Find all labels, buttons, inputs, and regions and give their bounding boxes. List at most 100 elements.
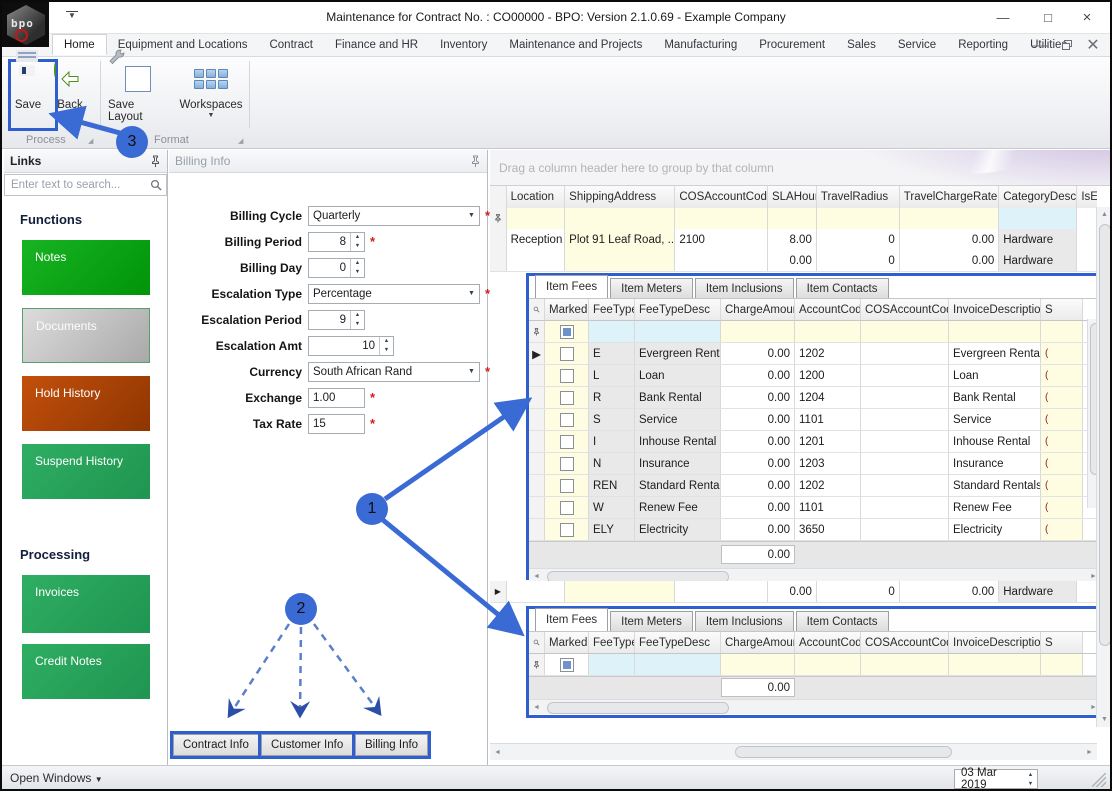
- spinner-arrows-icon[interactable]: ▲ ▼: [350, 258, 364, 277]
- chevron-down-icon[interactable]: ▼: [464, 207, 479, 225]
- save-button[interactable]: Save: [12, 50, 44, 111]
- cell-invoicedescription[interactable]: Renew Fee: [949, 497, 1041, 518]
- column-header-marked[interactable]: Marked: [545, 299, 589, 320]
- cell-chargeamount[interactable]: 0.00: [721, 519, 795, 540]
- cell-chargeamount[interactable]: 0.00: [721, 387, 795, 408]
- column-header-marked[interactable]: Marked: [545, 632, 589, 653]
- cell-invoicedescription[interactable]: Inhouse Rental: [949, 431, 1041, 452]
- cell-clipped[interactable]: (: [1041, 475, 1083, 496]
- cell-feetype[interactable]: R: [589, 387, 635, 408]
- tab-service[interactable]: Service: [887, 35, 947, 54]
- cell-travelradius[interactable]: 0: [817, 581, 900, 602]
- filter-cell[interactable]: [1077, 208, 1097, 229]
- chevron-down-icon[interactable]: ▼: [464, 363, 479, 381]
- grid-vertical-scrollbar[interactable]: ▲ ▼: [1096, 207, 1110, 727]
- filter-cell[interactable]: [999, 208, 1078, 229]
- table-row[interactable]: ELY Electricity 0.00 3650 Electricity (: [529, 519, 1101, 541]
- column-header-accountcode[interactable]: AccountCode: [795, 299, 861, 320]
- cell-feetype[interactable]: S: [589, 409, 635, 430]
- column-header-travelradius[interactable]: TravelRadius: [816, 186, 900, 208]
- workspaces-dropdown-icon[interactable]: ▼: [208, 112, 215, 119]
- group-by-bar[interactable]: Drag a column header here to group by th…: [490, 150, 1110, 186]
- escalation-amt-spinner[interactable]: 10 ▲ ▼: [308, 335, 394, 356]
- cell-marked[interactable]: [545, 497, 589, 518]
- cell-categorydesc[interactable]: Hardware: [999, 581, 1078, 602]
- column-header-slahours[interactable]: SLAHours: [767, 186, 817, 208]
- table-row[interactable]: S Service 0.00 1101 Service (: [529, 409, 1101, 431]
- cell-chargeamount[interactable]: 0.00: [721, 343, 795, 364]
- cell-feetypedesc[interactable]: Loan: [635, 365, 721, 386]
- cell-feetype[interactable]: N: [589, 453, 635, 474]
- checkbox[interactable]: [559, 434, 574, 449]
- cell-feetypedesc[interactable]: Bank Rental: [635, 387, 721, 408]
- column-header-chargeamount[interactable]: ChargeAmount: [721, 632, 795, 653]
- filter-cell[interactable]: [949, 321, 1041, 342]
- tab-item-fees[interactable]: Item Fees: [535, 275, 609, 298]
- cell-chargeamount[interactable]: 0.00: [721, 365, 795, 386]
- column-header-clipped[interactable]: S: [1041, 632, 1083, 653]
- column-header-invoicedescription[interactable]: InvoiceDescription: [949, 299, 1041, 320]
- filter-pin-icon[interactable]: [529, 654, 545, 675]
- cell-marked[interactable]: [545, 519, 589, 540]
- billing-period-spinner[interactable]: 8 ▲ ▼: [308, 231, 365, 252]
- cell-shippingaddress[interactable]: [565, 250, 676, 271]
- tab-item-inclusions[interactable]: Item Inclusions: [694, 278, 794, 298]
- cell-slahours[interactable]: 8.00: [768, 229, 817, 250]
- column-header-feetypedesc[interactable]: FeeTypeDesc: [635, 299, 721, 320]
- spinner-arrows-icon[interactable]: ▲ ▼: [379, 336, 393, 355]
- cell-location[interactable]: [507, 250, 566, 271]
- invoices-button[interactable]: Invoices: [22, 575, 150, 633]
- tab-contract-info[interactable]: Contract Info: [173, 734, 259, 756]
- column-header-cosaccountcode[interactable]: COSAccountCode: [861, 632, 949, 653]
- filter-cell[interactable]: [589, 654, 635, 675]
- tab-manufacturing[interactable]: Manufacturing: [653, 35, 748, 54]
- cell-categorydesc[interactable]: Hardware: [999, 229, 1078, 250]
- checkbox[interactable]: [559, 522, 574, 537]
- chevron-down-icon[interactable]: ▼: [464, 285, 479, 303]
- tab-sales[interactable]: Sales: [836, 35, 887, 54]
- checkbox[interactable]: [559, 324, 574, 339]
- cell-feetypedesc[interactable]: Renew Fee: [635, 497, 721, 518]
- save-layout-button[interactable]: Save Layout: [108, 49, 170, 123]
- cell-invoicedescription[interactable]: Loan: [949, 365, 1041, 386]
- filter-cell[interactable]: [861, 321, 949, 342]
- close-button[interactable]: ×: [1070, 6, 1104, 28]
- column-header-travelchargerate[interactable]: TravelChargeRate: [899, 186, 1000, 208]
- filter-cell[interactable]: [565, 208, 676, 229]
- app-logo[interactable]: bpo: [2, 2, 49, 47]
- filter-cell[interactable]: [721, 654, 795, 675]
- cell-travelchargerate[interactable]: 0.00: [900, 581, 1000, 602]
- cell-slahours[interactable]: 0.00: [768, 581, 817, 602]
- filter-cell[interactable]: [795, 654, 861, 675]
- back-button[interactable]: Back: [54, 60, 86, 111]
- tab-item-fees[interactable]: Item Fees: [535, 608, 609, 631]
- column-header-invoicedescription[interactable]: InvoiceDescription: [949, 632, 1041, 653]
- detail-horizontal-scrollbar[interactable]: ◄ ►: [529, 699, 1101, 714]
- filter-cell[interactable]: [795, 321, 861, 342]
- cell-clipped[interactable]: (: [1041, 387, 1083, 408]
- tab-finance-and-hr[interactable]: Finance and HR: [324, 35, 429, 54]
- cell-ise[interactable]: [1077, 250, 1097, 271]
- spinner-arrows-icon[interactable]: ▲ ▼: [350, 310, 364, 329]
- cell-feetype[interactable]: I: [589, 431, 635, 452]
- filter-cell[interactable]: [816, 208, 900, 229]
- cell-accountcode[interactable]: 1204: [795, 387, 861, 408]
- checkbox[interactable]: [559, 478, 574, 493]
- cell-marked[interactable]: [545, 453, 589, 474]
- pin-icon[interactable]: [150, 155, 161, 168]
- cell-chargeamount[interactable]: 0.00: [721, 409, 795, 430]
- table-row[interactable]: 0.00 0 0.00 Hardware: [490, 250, 1097, 272]
- tab-maintenance-and-projects[interactable]: Maintenance and Projects: [498, 35, 653, 54]
- spinner-arrows-icon[interactable]: ▲ ▼: [350, 232, 364, 251]
- cell-marked[interactable]: [545, 431, 589, 452]
- escalation-period-spinner[interactable]: 9 ▲ ▼: [308, 309, 365, 330]
- cell-chargeamount[interactable]: 0.00: [721, 431, 795, 452]
- cell-feetype[interactable]: L: [589, 365, 635, 386]
- cell-invoicedescription[interactable]: Insurance: [949, 453, 1041, 474]
- credit-notes-button[interactable]: Credit Notes: [22, 644, 150, 699]
- cell-marked[interactable]: [545, 409, 589, 430]
- cell-cosaccountcode[interactable]: [861, 387, 949, 408]
- column-header-feetypedesc[interactable]: FeeTypeDesc: [635, 632, 721, 653]
- cell-invoicedescription[interactable]: Bank Rental: [949, 387, 1041, 408]
- cell-slahours[interactable]: 0.00: [768, 250, 817, 271]
